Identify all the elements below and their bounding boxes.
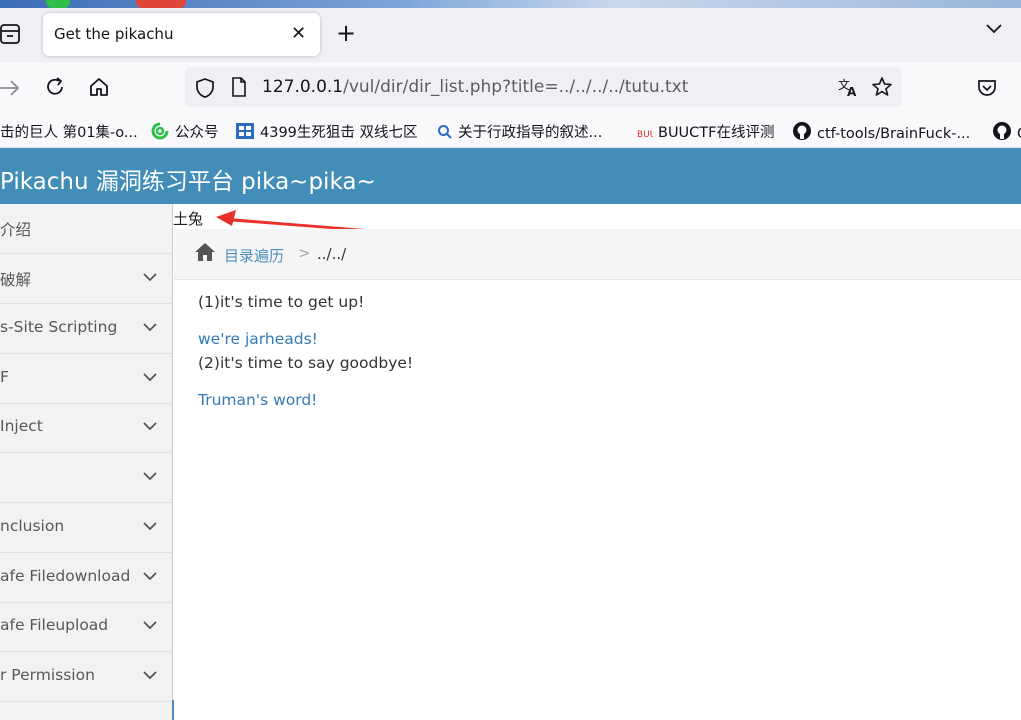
bookmark-item[interactable]: 击的巨人 第01集-o...: [0, 121, 138, 142]
home-icon[interactable]: [88, 76, 110, 98]
svg-text:A: A: [847, 85, 857, 98]
sidebar-item-label: Inject: [0, 417, 43, 435]
url-host: 127.0.0.1: [262, 77, 344, 97]
bookmark-label: G: [1017, 126, 1021, 142]
sidebar-item-label: s-Site Scripting: [0, 318, 118, 336]
reload-icon[interactable]: [44, 76, 66, 98]
wechat-channel-icon: [150, 122, 170, 140]
buuctf-icon: BUU: [637, 126, 653, 140]
navigation-bar: 127.0.0.1/vul/dir/dir_list.php?title=../…: [0, 62, 1021, 114]
tab-close-icon[interactable]: ✕: [291, 23, 306, 44]
sidebar-item-label: r Permission: [0, 666, 95, 684]
wallpaper-green-shape: [46, 0, 70, 8]
github-icon: [792, 121, 812, 141]
breadcrumb-link[interactable]: 目录遍历: [224, 245, 284, 266]
sidebar-item[interactable]: F: [0, 354, 172, 404]
tab-overview-icon[interactable]: [0, 22, 22, 46]
sidebar-item-label: afe Fileupload: [0, 616, 109, 634]
sidebar-active-marker: [172, 700, 174, 720]
bookmark-item[interactable]: 公众号: [150, 121, 219, 142]
bookmark-star-icon[interactable]: [871, 76, 893, 98]
sidebar-item[interactable]: 破解: [0, 254, 172, 304]
sidebar-item-label: afe Filedownload: [0, 567, 131, 585]
bookmark-item[interactable]: G: [992, 121, 1021, 142]
4399-icon: [235, 122, 255, 140]
bookmarks-bar: 击的巨人 第01集-o... 公众号 4399生死狙击 双线七区 关于行政指导的…: [0, 114, 1021, 148]
sidebar-item[interactable]: s-Site Scripting: [0, 304, 172, 354]
url-text[interactable]: 127.0.0.1/vul/dir/dir_list.php?title=../…: [262, 77, 688, 97]
pocket-icon[interactable]: [976, 77, 998, 99]
home-icon[interactable]: [194, 242, 216, 262]
new-tab-icon[interactable]: +: [336, 21, 356, 45]
chevron-down-icon: [142, 571, 158, 581]
tab-title: Get the pikachu: [54, 25, 174, 43]
url-bar[interactable]: 127.0.0.1/vul/dir/dir_list.php?title=../…: [185, 67, 902, 107]
content-link[interactable]: Truman's word!: [198, 391, 317, 409]
content-line: (2)it's time to say goodbye!: [198, 354, 414, 372]
chevron-down-icon[interactable]: [985, 23, 1003, 35]
chevron-down-icon: [142, 421, 158, 431]
sidebar: 介绍 破解 s-Site Scripting F Inject nclusion…: [0, 204, 173, 720]
rendered-file-text: 土兔: [173, 210, 204, 228]
wallpaper-red-shape: [136, 0, 186, 8]
site-header: Pikachu 漏洞练习平台 pika~pika~: [0, 148, 1021, 204]
active-tab[interactable]: Get the pikachu ✕: [43, 13, 320, 56]
chevron-down-icon: [142, 372, 158, 382]
shield-icon[interactable]: [195, 77, 215, 99]
bookmark-item[interactable]: BUU BUUCTF在线评测: [637, 121, 775, 142]
page-icon[interactable]: [231, 77, 247, 97]
chevron-down-icon: [142, 521, 158, 531]
chevron-down-icon: [142, 272, 158, 282]
svg-text:BUU: BUU: [637, 130, 653, 140]
bookmark-label: 公众号: [175, 125, 219, 141]
sidebar-item[interactable]: Inject: [0, 403, 172, 453]
sidebar-item-label: 破解: [0, 271, 32, 289]
forward-icon[interactable]: [0, 78, 22, 98]
sidebar-item[interactable]: r Permission: [0, 652, 172, 702]
breadcrumb-current: ../../: [317, 245, 347, 263]
sidebar-item[interactable]: afe Filedownload: [0, 553, 172, 603]
bookmark-label: 4399生死狙击 双线七区: [260, 125, 418, 141]
sidebar-item-label: 介绍: [0, 221, 32, 239]
bookmark-label: 击的巨人 第01集-o...: [0, 125, 138, 141]
search-icon: [437, 124, 453, 140]
bookmark-item[interactable]: 关于行政指导的叙述...: [437, 121, 602, 142]
bookmark-item[interactable]: 4399生死狙击 双线七区: [235, 121, 418, 142]
breadcrumb: 目录遍历 > ../../: [174, 229, 1021, 280]
content-line: (1)it's time to get up!: [198, 293, 365, 311]
sidebar-item[interactable]: 介绍: [0, 204, 172, 254]
translate-icon[interactable]: 文A: [837, 76, 859, 98]
bookmark-label: BUUCTF在线评测: [658, 125, 775, 141]
github-icon: [992, 121, 1012, 141]
sidebar-item[interactable]: [0, 453, 172, 503]
chevron-down-icon: [142, 471, 158, 481]
site-title[interactable]: Pikachu 漏洞练习平台 pika~pika~: [0, 162, 376, 196]
chevron-down-icon: [142, 620, 158, 630]
sidebar-item-label: F: [0, 368, 9, 386]
sidebar-item[interactable]: nclusion: [0, 503, 172, 553]
sidebar-item[interactable]: afe Fileupload: [0, 602, 172, 652]
content-link[interactable]: we're jarheads!: [198, 330, 318, 348]
chevron-down-icon: [142, 322, 158, 332]
chevron-down-icon: [142, 670, 158, 680]
breadcrumb-separator: >: [298, 244, 311, 262]
bookmark-label: 关于行政指导的叙述...: [458, 125, 603, 141]
sidebar-item-label: nclusion: [0, 517, 65, 535]
bookmark-label: ctf-tools/BrainFuck-...: [817, 126, 971, 142]
tab-strip: Get the pikachu ✕ +: [0, 0, 1021, 62]
url-path: /vul/dir/dir_list.php?title=../../../../…: [343, 77, 689, 97]
bookmark-item[interactable]: ctf-tools/BrainFuck-...: [792, 121, 970, 142]
